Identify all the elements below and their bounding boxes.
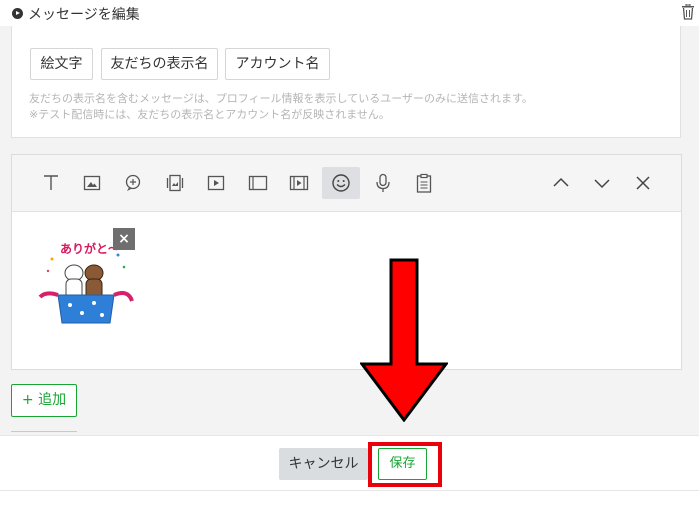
account-name-chip[interactable]: アカウント名 <box>225 48 330 80</box>
divider <box>11 431 77 432</box>
footer-bar: キャンセル 保存 <box>0 435 699 491</box>
variable-panel: 絵文字 友だちの表示名 アカウント名 友だちの表示名を含むメッセージは、プロフィ… <box>11 26 681 138</box>
add-message-button[interactable]: + 追加 <box>11 384 77 417</box>
editor-toolbar <box>12 155 681 212</box>
trash-icon[interactable] <box>681 4 695 20</box>
remove-sticker-button[interactable]: × <box>113 228 135 250</box>
cancel-button[interactable]: キャンセル <box>279 448 368 480</box>
rich-video-icon[interactable] <box>280 167 318 199</box>
image-icon[interactable] <box>73 167 111 199</box>
sticker-text: ありがと〜 <box>60 241 120 256</box>
emoji-chip[interactable]: 絵文字 <box>30 48 93 80</box>
annotation-arrow-icon <box>360 258 448 422</box>
video-icon[interactable] <box>197 167 235 199</box>
play-circle-icon <box>12 8 23 19</box>
chat-bubble-icon[interactable] <box>114 167 152 199</box>
friend-name-chip[interactable]: 友だちの表示名 <box>101 48 218 80</box>
card-icon[interactable] <box>156 167 194 199</box>
sticker-icon[interactable] <box>322 167 360 199</box>
page-title: メッセージを編集 <box>28 7 140 23</box>
clipboard-icon[interactable] <box>405 167 443 199</box>
save-button[interactable]: 保存 <box>378 448 427 480</box>
rich-message-icon[interactable] <box>239 167 277 199</box>
chevron-down-icon[interactable] <box>583 167 621 199</box>
mic-icon[interactable] <box>364 167 402 199</box>
variable-note-2: ※テスト配信時には、友だちの表示名とアカウント名が反映されません。 <box>29 108 390 121</box>
message-editor: ありがと〜 × <box>11 154 682 370</box>
text-icon[interactable] <box>32 167 70 199</box>
editor-header: メッセージを編集 <box>0 0 699 26</box>
chevron-up-icon[interactable] <box>542 167 580 199</box>
close-icon[interactable] <box>624 167 662 199</box>
variable-note-1: 友だちの表示名を含むメッセージは、プロフィール情報を表示しているユーザーのみに送… <box>29 92 533 105</box>
